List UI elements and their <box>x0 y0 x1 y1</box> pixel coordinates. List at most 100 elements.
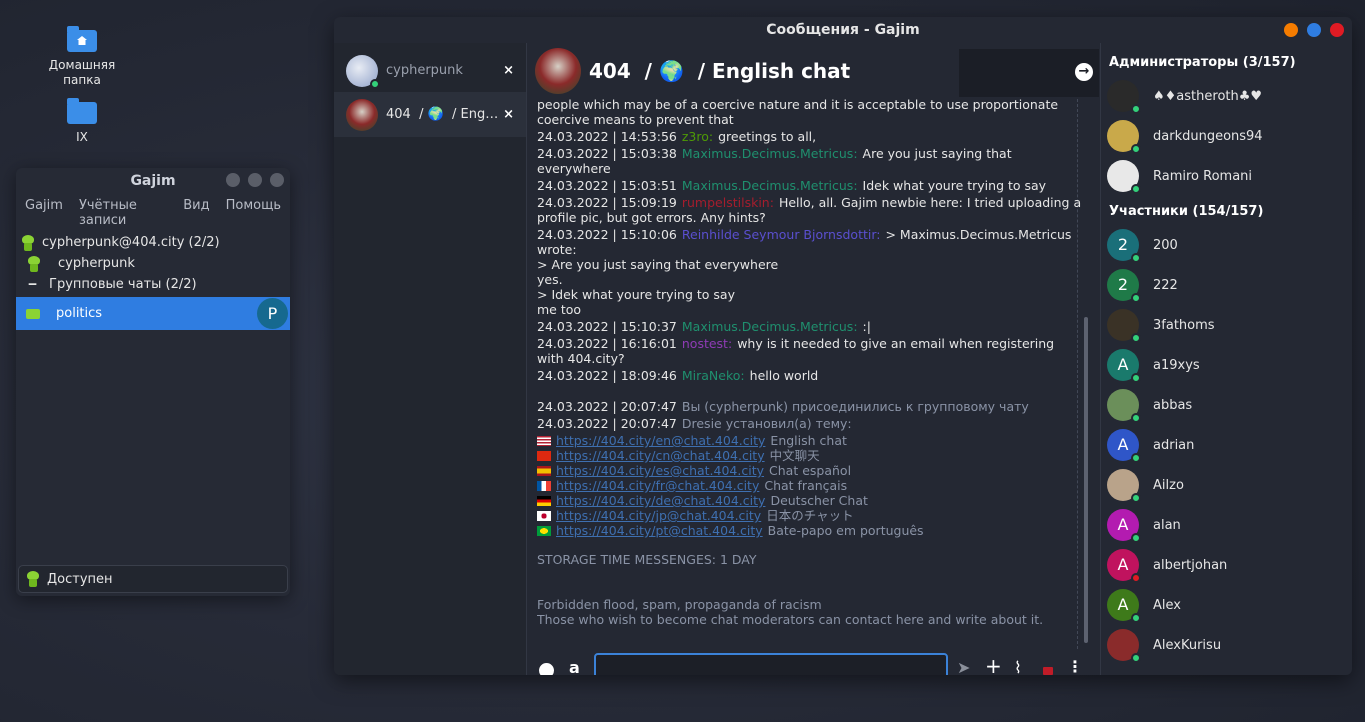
desktop-icon-ix[interactable]: IX <box>42 98 122 144</box>
tab-label: cypherpunk <box>386 63 463 78</box>
roster-minimize-button[interactable] <box>226 173 240 187</box>
room-link[interactable]: https://404.city/jp@chat.404.city <box>556 508 761 523</box>
nickname[interactable]: MiraNeko: <box>682 368 745 383</box>
message-text: hello world <box>749 368 819 383</box>
more-menu-icon[interactable]: ⋮ <box>1067 657 1083 675</box>
member-row[interactable]: darkdungeons94 <box>1101 116 1352 156</box>
menu-accounts[interactable]: Учётные записи <box>79 198 167 228</box>
nickname[interactable]: Reinhilde Seymour Bjornsdottir: <box>682 227 881 242</box>
room-link-label: Chat français <box>764 478 848 493</box>
minimize-button[interactable] <box>1284 23 1298 37</box>
maximize-button[interactable] <box>1307 23 1321 37</box>
room-link[interactable]: https://404.city/en@chat.404.city <box>556 433 765 448</box>
chat-log[interactable]: people which may be of a coercive nature… <box>537 97 1083 643</box>
flag-de-icon <box>537 496 551 506</box>
composer: a ➤ + ⌇ ⋮ <box>527 643 1099 675</box>
member-row[interactable]: Aa19xys <box>1101 345 1352 385</box>
add-icon[interactable]: + <box>985 654 1002 675</box>
chat-titlebar[interactable]: Сообщения - Gajim <box>334 17 1352 43</box>
member-row[interactable]: Aadrian <box>1101 425 1352 465</box>
attach-icon[interactable]: ⌇ <box>1014 658 1022 675</box>
room-link[interactable]: https://404.city/fr@chat.404.city <box>556 478 759 493</box>
nickname[interactable]: z3ro: <box>682 129 713 144</box>
collapse-icon[interactable]: ‒ <box>28 277 37 292</box>
send-icon[interactable]: ➤ <box>957 658 970 675</box>
member-row[interactable]: 3fathoms <box>1101 305 1352 345</box>
close-tab-icon[interactable]: × <box>503 107 514 122</box>
message-input[interactable] <box>594 653 948 675</box>
roster-item-politics[interactable]: politics P <box>16 297 290 330</box>
room-link-label: Bate-papo em português <box>767 523 924 538</box>
avatar: 2 <box>1107 229 1141 263</box>
room-avatar <box>535 48 581 94</box>
chat-scrollbar[interactable] <box>1084 317 1088 643</box>
timestamp: 24.03.2022 | 14:53:56 <box>537 129 677 144</box>
member-name: Ailzo <box>1153 477 1184 493</box>
member-name: 200 <box>1153 237 1178 253</box>
room-link[interactable]: https://404.city/de@chat.404.city <box>556 493 765 508</box>
avatar <box>1107 469 1141 503</box>
emoji-icon[interactable] <box>539 663 554 675</box>
member-row[interactable]: Ailzo <box>1101 465 1352 505</box>
roster-account-row[interactable]: cypherpunk@404.city (2/2) <box>16 232 290 253</box>
member-row[interactable]: Aalan <box>1101 505 1352 545</box>
status-dot-icon <box>1131 253 1141 263</box>
topic-link-row: https://404.city/es@chat.404.city Chat es… <box>537 463 1083 478</box>
room-link-label: English chat <box>770 433 847 448</box>
tab-cypherpunk[interactable]: cypherpunk × <box>334 49 526 93</box>
roster-maximize-button[interactable] <box>248 173 262 187</box>
room-link-label: 日本のチャット <box>766 508 854 523</box>
member-row[interactable]: abbas <box>1101 385 1352 425</box>
member-list: Администраторы (3/157) ♠♦astheroth♣♥ dark… <box>1100 43 1352 675</box>
nickname[interactable]: nostest: <box>682 336 732 351</box>
member-row[interactable]: 2 200 <box>1101 225 1352 265</box>
avatar-letter: A <box>1117 435 1129 454</box>
menu-help[interactable]: Помощь <box>226 198 281 228</box>
room-link[interactable]: https://404.city/pt@chat.404.city <box>556 523 763 538</box>
frog-avatar-icon <box>26 255 42 272</box>
nickname[interactable]: rumpelstilskin: <box>682 195 774 210</box>
member-row[interactable]: AlexKurisu <box>1101 625 1352 665</box>
chat-message: 24.03.2022 | 14:53:56 z3ro: greetings to a… <box>537 129 1083 144</box>
status-selector[interactable]: Доступен <box>18 565 288 593</box>
member-row[interactable]: Aalbertjohan <box>1101 545 1352 585</box>
member-name: alan <box>1153 517 1181 533</box>
close-button[interactable] <box>1330 23 1344 37</box>
room-link[interactable]: https://404.city/es@chat.404.city <box>556 463 764 478</box>
format-icon[interactable]: a <box>569 658 580 675</box>
roster-close-button[interactable] <box>270 173 284 187</box>
nickname[interactable]: Maximus.Decimus.Metricus: <box>682 319 858 334</box>
roster-contact-row[interactable]: cypherpunk <box>16 253 290 274</box>
chat-window: Сообщения - Gajim cypherpunk × 404 / 🌍 /… <box>334 17 1352 675</box>
nickname[interactable]: Maximus.Decimus.Metricus: <box>682 178 858 193</box>
avatar: P <box>257 298 288 329</box>
avatar: A <box>1107 509 1141 543</box>
tab-english-chat[interactable]: 404 / 🌍 / Eng… × <box>334 93 526 137</box>
chat-pane: 404 / 🌍 / English chat → people which ma… <box>527 43 1099 675</box>
menu-gajim[interactable]: Gajim <box>25 198 63 228</box>
room-link[interactable]: https://404.city/cn@chat.404.city <box>556 448 765 463</box>
nickname[interactable]: Maximus.Decimus.Metricus: <box>682 146 858 161</box>
avatar <box>1107 309 1141 343</box>
status-dot-icon <box>1131 533 1141 543</box>
chat-message: 24.03.2022 | 18:09:46 MiraNeko: hello worl… <box>537 368 1083 383</box>
member-row[interactable]: A Alex <box>1101 585 1352 625</box>
participants-heading: Участники (154/157) <box>1109 204 1264 219</box>
show-members-button[interactable]: → <box>959 49 1099 97</box>
desktop-icon-home[interactable]: Домашняя папка <box>42 26 122 88</box>
menu-view[interactable]: Вид <box>183 198 209 228</box>
avatar-letter: 2 <box>1117 235 1129 254</box>
avatar: A <box>1107 429 1141 463</box>
system-message: 24.03.2022 | 20:07:47 Вы (cypherpunk) при… <box>537 399 1029 414</box>
message-text: greetings to all, <box>718 129 817 144</box>
room-link-label: Deutscher Chat <box>770 493 868 508</box>
flag-fr-icon <box>537 481 551 491</box>
roster-titlebar[interactable]: Gajim <box>16 168 290 194</box>
roster-group-row[interactable]: ‒ Групповые чаты (2/2) <box>16 274 290 295</box>
member-row[interactable]: Ramiro Romani <box>1101 156 1352 196</box>
close-tab-icon[interactable]: × <box>503 63 514 78</box>
encryption-lock-icon[interactable] <box>1043 667 1053 675</box>
member-row[interactable]: 2 222 <box>1101 265 1352 305</box>
topic-link-row: https://404.city/en@chat.404.city English… <box>537 433 1083 448</box>
member-row[interactable]: ♠♦astheroth♣♥ <box>1101 76 1352 116</box>
